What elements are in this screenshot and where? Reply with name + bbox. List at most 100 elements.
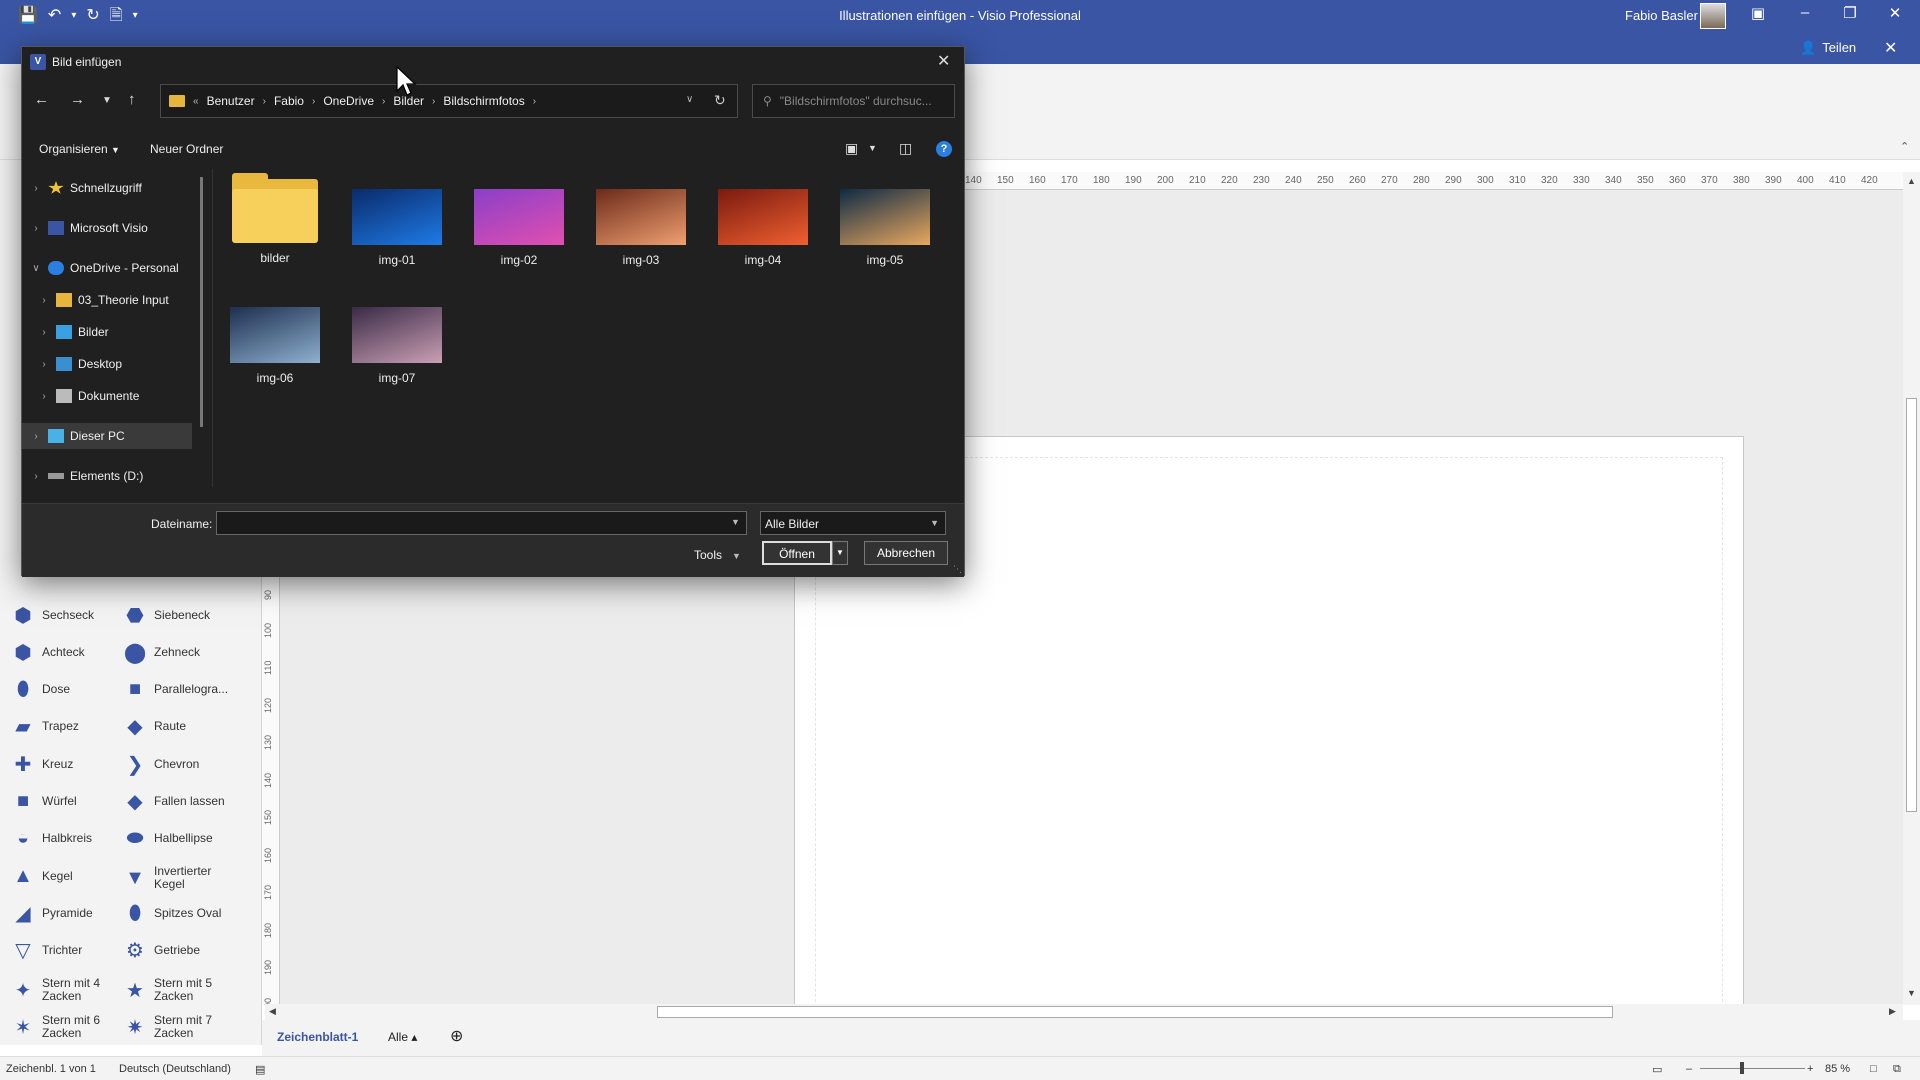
shape-item[interactable]: ✦ Stern mit 4 Zacken [12,977,122,1003]
file-item[interactable]: img-01 [342,189,452,267]
zoom-slider[interactable] [1700,1068,1805,1069]
shape-item[interactable]: ⬢ Sechseck [12,604,94,627]
minimize-icon[interactable]: – [1790,4,1820,21]
tree-scrollbar[interactable] [200,177,203,427]
chevron-right-icon[interactable]: › [38,391,50,402]
shape-item[interactable]: ⬣ Siebeneck [124,604,210,627]
scroll-up-icon[interactable]: ▲ [1907,176,1916,186]
shape-item[interactable]: ✷ Stern mit 7 Zacken [124,1014,234,1040]
scroll-left-icon[interactable]: ◀ [269,1006,276,1017]
file-item[interactable]: img-07 [342,307,452,385]
tree-item[interactable]: › Dokumente [22,383,192,409]
pane-divider[interactable] [212,169,213,487]
refresh-icon[interactable]: ↻ [714,92,726,109]
shape-item[interactable]: ◆ Fallen lassen [124,791,224,813]
file-item[interactable]: img-05 [830,189,940,267]
add-sheet-icon[interactable]: ⊕ [450,1026,463,1046]
close-ribbon-icon[interactable]: ✕ [1884,38,1897,58]
breadcrumb-segment[interactable]: Bildschirmfotos [443,94,524,108]
address-dropdown-icon[interactable]: ∨ [686,94,693,105]
collapse-ribbon-icon[interactable]: ⌃ [1900,140,1909,153]
help-icon[interactable]: ? [936,141,952,157]
tree-item[interactable]: ∨ OneDrive - Personal [22,255,192,281]
tree-item[interactable]: › Microsoft Visio [22,215,192,241]
chevron-right-icon[interactable]: › [30,471,42,482]
breadcrumb-segment[interactable]: Benutzer [207,94,255,108]
cancel-button[interactable]: Abbrechen [864,541,948,565]
tree-item[interactable]: › Desktop [22,351,192,377]
resize-grip-icon[interactable]: ⋱ [953,564,962,575]
shape-item[interactable]: ▽ Trichter [12,940,82,962]
tools-button[interactable]: Tools ▼ [694,548,741,562]
breadcrumb-chevron-icon[interactable]: › [312,96,315,107]
filename-dropdown-icon[interactable]: ▼ [731,517,740,527]
switch-windows-icon[interactable]: ⧉ [1893,1063,1901,1076]
shape-item[interactable]: ▰ Trapez [12,716,79,738]
vertical-scroll-thumb[interactable] [1906,398,1917,812]
shape-item[interactable]: ◢ Pyramide [12,902,92,925]
breadcrumb-segment[interactable]: Fabio [274,94,304,108]
file-item[interactable]: img-03 [586,189,696,267]
overflow-chevron-icon[interactable]: « [193,96,199,107]
organize-button[interactable]: Organisieren ▼ [39,142,120,156]
preview-pane-icon[interactable]: ◫ [899,140,912,157]
zoom-out-icon[interactable]: – [1686,1063,1692,1075]
file-item[interactable]: img-04 [708,189,818,267]
shape-item[interactable]: ⬮ Dose [12,678,70,701]
shape-item[interactable]: ⬢ Achteck [12,641,84,664]
ribbon-display-icon[interactable]: ▣ [1743,4,1773,22]
shape-item[interactable]: ✚ Kreuz [12,753,74,776]
tree-item[interactable]: › Elements (D:) [22,463,192,489]
chevron-right-icon[interactable]: › [38,359,50,370]
user-name[interactable]: Fabio Basler [1625,8,1698,23]
avatar[interactable] [1700,3,1726,29]
tree-item[interactable]: › Schnellzugriff [22,175,192,201]
shape-item[interactable]: ▼ Invertierter Kegel [124,865,234,891]
zoom-in-icon[interactable]: + [1807,1063,1813,1075]
shape-item[interactable]: ⬤ Zehneck [124,641,200,664]
fit-page-icon[interactable]: □ [1870,1063,1877,1075]
close-icon[interactable]: ✕ [1880,4,1910,22]
filename-input[interactable] [216,511,747,535]
dialog-title-bar[interactable]: V Bild einfügen ✕ [22,47,964,77]
scroll-down-icon[interactable]: ▼ [1907,988,1916,998]
shape-item[interactable]: ⚙ Getriebe [124,940,200,962]
vertical-scrollbar[interactable]: ▲ ▼ [1903,172,1920,1005]
open-dropdown-icon[interactable]: ▼ [832,541,848,565]
breadcrumb-chevron-icon[interactable]: › [533,96,536,107]
file-item[interactable]: img-02 [464,189,574,267]
open-button[interactable]: Öffnen [762,541,832,565]
chevron-right-icon[interactable]: › [38,295,50,306]
new-folder-button[interactable]: Neuer Ordner [150,142,223,156]
dialog-close-icon[interactable]: ✕ [937,51,950,71]
tab-zeichenblatt-1[interactable]: Zeichenblatt-1 [277,1030,358,1044]
file-type-select[interactable]: Alle Bilder ▼ [760,511,946,535]
shape-item[interactable]: ◒ Halbkreis [12,827,92,850]
view-dropdown-icon[interactable]: ▼ [868,143,877,153]
shape-item[interactable]: ⬬ Halbellipse [124,827,212,850]
zoom-level[interactable]: 85 % [1825,1063,1850,1075]
chevron-right-icon[interactable]: › [38,327,50,338]
search-box[interactable]: ⚲ "Bildschirmfotos" durchsuc... [752,84,955,118]
address-bar[interactable]: « Benutzer › Fabio › OneDrive › Bilder › Bildsch… [160,84,738,118]
page-status[interactable]: Zeichenbl. 1 von 1 [6,1063,96,1075]
view-icon[interactable]: ▣ [845,140,858,157]
shape-item[interactable]: ❯ Chevron [124,753,200,776]
scroll-right-icon[interactable]: ▶ [1889,1006,1896,1017]
zoom-slider-thumb[interactable] [1740,1062,1744,1074]
tree-item[interactable]: › Dieser PC [22,423,192,449]
horizontal-scroll-thumb[interactable] [657,1006,1613,1018]
shape-item[interactable]: ■ Parallelogra... [124,678,228,701]
share-button[interactable]: 👤 Teilen [1800,40,1856,56]
presentation-icon[interactable]: ▭ [1652,1063,1662,1076]
up-icon[interactable]: ↑ [128,91,136,108]
shape-item[interactable]: ▲ Kegel [12,865,73,887]
recent-locations-icon[interactable]: ▼ [102,95,112,106]
tree-item[interactable]: › Bilder [22,319,192,345]
chevron-right-icon[interactable]: › [30,183,42,194]
shape-item[interactable]: ◆ Raute [124,716,186,738]
shape-item[interactable]: ★ Stern mit 5 Zacken [124,977,234,1003]
chevron-right-icon[interactable]: › [30,223,42,234]
breadcrumb-chevron-icon[interactable]: › [263,96,266,107]
chevron-right-icon[interactable]: › [30,431,42,442]
